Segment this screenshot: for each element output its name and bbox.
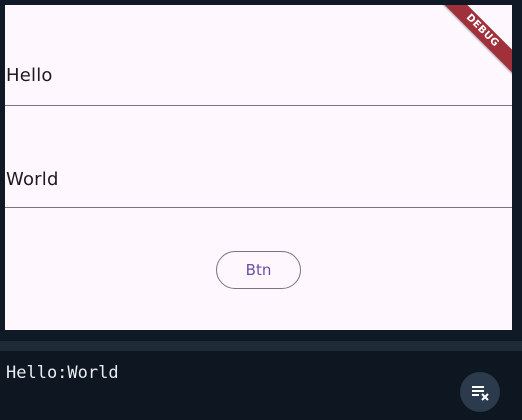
btn-button[interactable]: Btn [216,251,301,289]
clear-all-icon [472,386,489,401]
console-divider [0,341,522,351]
console-panel: Hello:World [0,351,522,420]
text-field-value: Hello [6,65,53,86]
console-output: Hello:World [6,363,119,383]
text-field-hello[interactable]: Hello [5,5,512,106]
app-surface: Hello World Btn DEBUG [5,5,512,330]
app-preview-frame: Hello World Btn DEBUG [0,0,522,341]
clear-console-button[interactable] [460,372,500,412]
text-field-value: World [6,169,59,190]
text-field-world[interactable]: World [5,107,512,208]
